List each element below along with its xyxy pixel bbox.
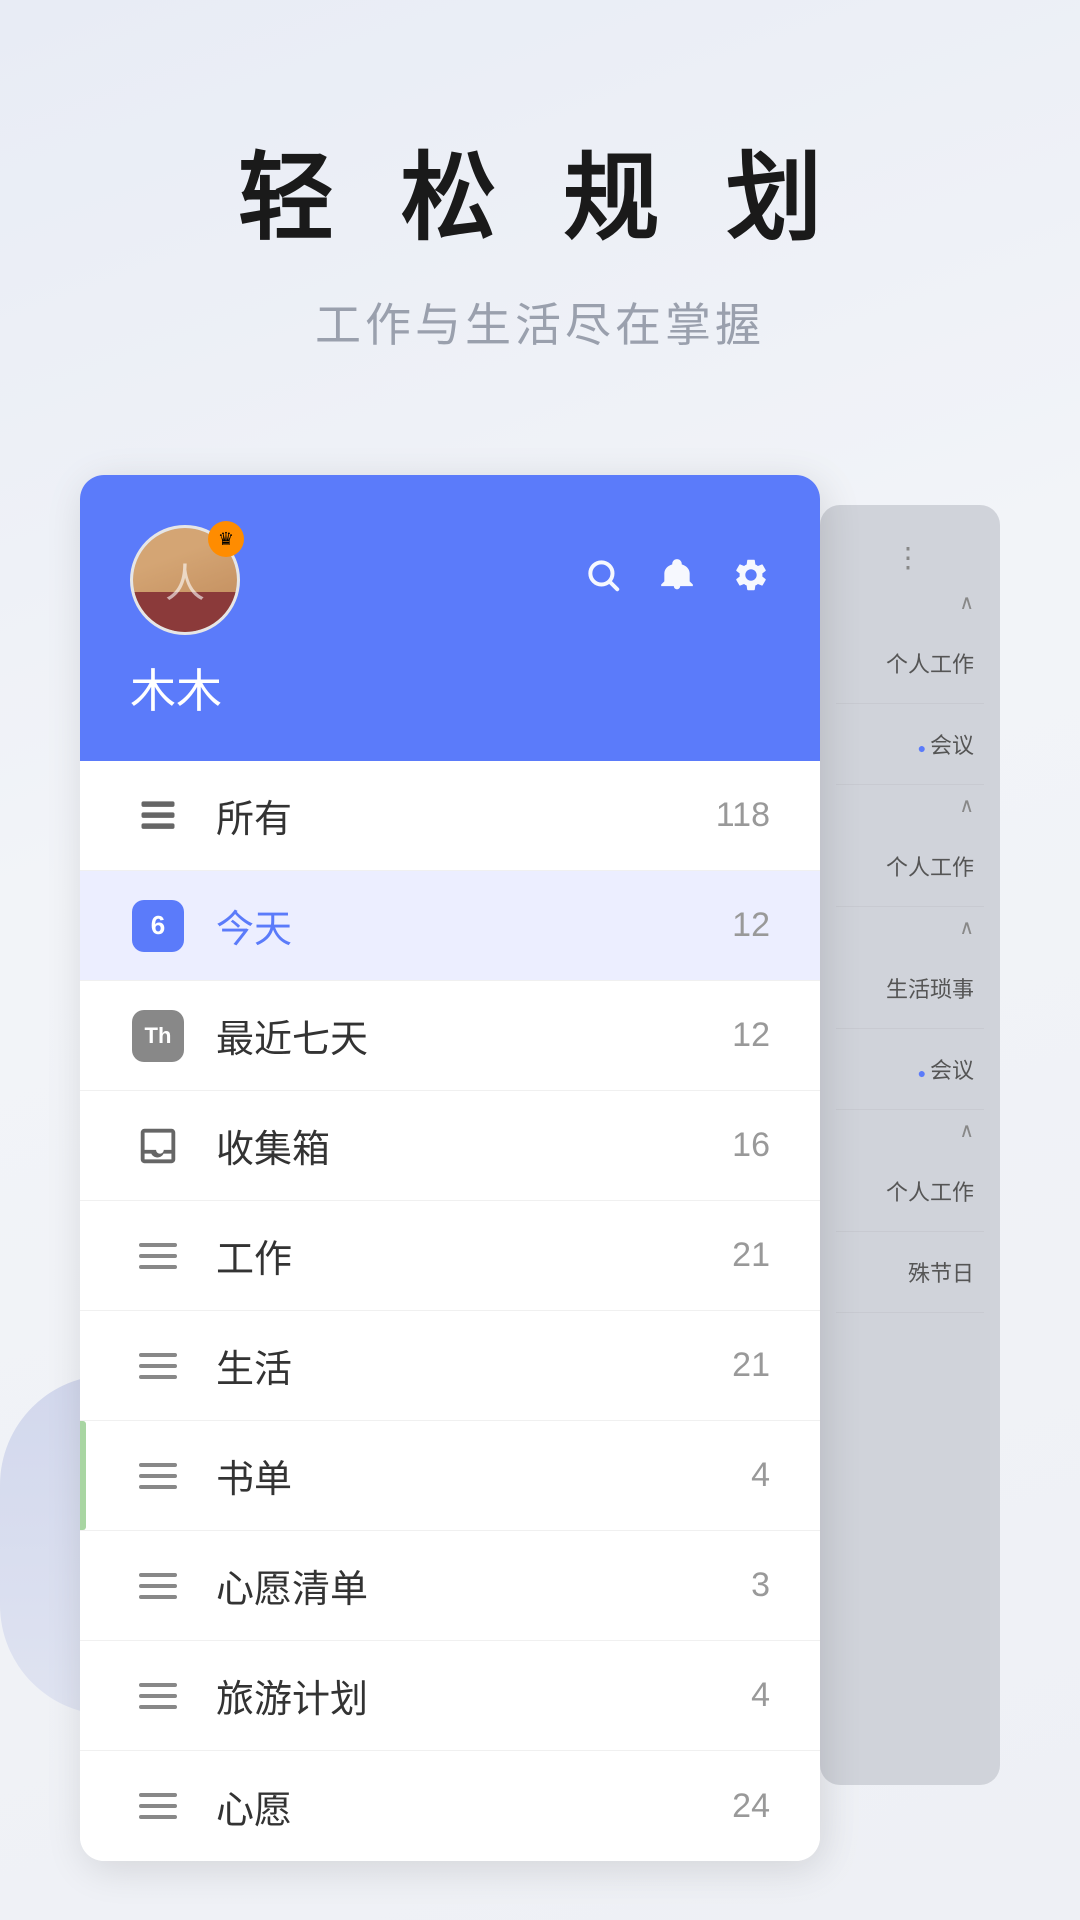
notification-icon[interactable] bbox=[658, 556, 696, 604]
menu-item-work[interactable]: 工作 21 bbox=[80, 1201, 820, 1311]
menu-item-wishes[interactable]: 心愿清单 3 bbox=[80, 1531, 820, 1641]
header-section: 轻 松 规 划 工作与生活尽在掌握 bbox=[0, 0, 1080, 415]
side-panel-item: 个人工作 bbox=[836, 623, 984, 704]
menu-item-travel-label: 旅游计划 bbox=[216, 1668, 751, 1723]
chevron-up-icon: ∧ bbox=[836, 582, 984, 623]
header-top: ♛ bbox=[130, 525, 770, 635]
menu-item-all-label: 所有 bbox=[216, 788, 716, 843]
menu-item-today[interactable]: 6 今天 12 bbox=[80, 871, 820, 981]
menu-list: 所有 118 6 今天 12 bbox=[80, 761, 820, 1861]
bg-side-panel: ⋮ ∧ 个人工作 会议 ∧ 个人工作 ∧ 生活琐事 会议 ∧ 个人工作 殊节日 bbox=[820, 505, 1000, 1785]
menu-item-inbox-count: 16 bbox=[732, 1126, 770, 1165]
menu-item-today-count: 12 bbox=[732, 906, 770, 945]
menu-item-travel[interactable]: 旅游计划 4 bbox=[80, 1641, 820, 1751]
chevron-up-icon: ∧ bbox=[836, 1110, 984, 1151]
main-panel: ♛ bbox=[80, 475, 820, 1861]
chevron-up-icon: ∧ bbox=[836, 785, 984, 826]
side-panel-item: 会议 bbox=[836, 704, 984, 785]
menu-item-life-count: 21 bbox=[732, 1346, 770, 1385]
settings-icon[interactable] bbox=[732, 556, 770, 604]
menu-item-life-label: 生活 bbox=[216, 1338, 732, 1393]
menu-item-inbox[interactable]: 收集箱 16 bbox=[80, 1091, 820, 1201]
side-panel-item: 个人工作 bbox=[836, 826, 984, 907]
more-icon[interactable]: ⋮ bbox=[836, 525, 984, 582]
inbox-icon bbox=[130, 1123, 186, 1169]
header-icons bbox=[584, 556, 770, 604]
lines-icon-travel bbox=[130, 1683, 186, 1709]
lines-icon-life bbox=[130, 1353, 186, 1379]
avatar[interactable]: ♛ bbox=[130, 525, 240, 635]
menu-item-books[interactable]: 书单 4 bbox=[80, 1421, 820, 1531]
stack-icon bbox=[130, 794, 186, 838]
user-name: 木木 bbox=[130, 655, 770, 721]
menu-item-wish2-label: 心愿 bbox=[216, 1779, 732, 1834]
menu-item-work-count: 21 bbox=[732, 1236, 770, 1275]
side-panel-item: 个人工作 bbox=[836, 1151, 984, 1232]
menu-item-inbox-label: 收集箱 bbox=[216, 1118, 732, 1173]
chevron-up-icon: ∧ bbox=[836, 907, 984, 948]
search-icon[interactable] bbox=[584, 556, 622, 604]
menu-item-wish2-count: 24 bbox=[732, 1787, 770, 1826]
menu-item-today-label: 今天 bbox=[216, 898, 732, 953]
menu-item-books-count: 4 bbox=[751, 1456, 770, 1495]
menu-item-travel-count: 4 bbox=[751, 1676, 770, 1715]
main-title: 轻 松 规 划 bbox=[238, 120, 842, 259]
menu-item-work-label: 工作 bbox=[216, 1228, 732, 1283]
page: 轻 松 规 划 工作与生活尽在掌握 ⋮ ∧ 个人工作 会议 ∧ 个人工作 ∧ 生… bbox=[0, 0, 1080, 1920]
lines-icon-wishes bbox=[130, 1573, 186, 1599]
premium-badge: ♛ bbox=[208, 521, 244, 557]
menu-item-all[interactable]: 所有 118 bbox=[80, 761, 820, 871]
sub-title: 工作与生活尽在掌握 bbox=[315, 289, 765, 355]
menu-item-wishes-label: 心愿清单 bbox=[216, 1558, 751, 1613]
today-calendar-icon: 6 bbox=[130, 900, 186, 952]
side-panel-item: 生活琐事 bbox=[836, 948, 984, 1029]
menu-item-life[interactable]: 生活 21 bbox=[80, 1311, 820, 1421]
menu-item-week-label: 最近七天 bbox=[216, 1008, 732, 1063]
menu-item-wishes-count: 3 bbox=[751, 1566, 770, 1605]
menu-item-week[interactable]: Th 最近七天 12 bbox=[80, 981, 820, 1091]
menu-item-wish2[interactable]: 心愿 24 bbox=[80, 1751, 820, 1861]
side-panel-item: 殊节日 bbox=[836, 1232, 984, 1313]
menu-item-all-count: 118 bbox=[716, 796, 770, 835]
lines-icon-work bbox=[130, 1243, 186, 1269]
lines-icon-wish2 bbox=[130, 1793, 186, 1819]
app-mockup: ⋮ ∧ 个人工作 会议 ∧ 个人工作 ∧ 生活琐事 会议 ∧ 个人工作 殊节日 bbox=[80, 475, 1000, 1920]
app-header: ♛ bbox=[80, 475, 820, 761]
side-panel-item: 会议 bbox=[836, 1029, 984, 1110]
week-calendar-icon: Th bbox=[130, 1010, 186, 1062]
lines-icon-books bbox=[130, 1463, 186, 1489]
menu-item-week-count: 12 bbox=[732, 1016, 770, 1055]
menu-item-books-label: 书单 bbox=[216, 1448, 751, 1503]
